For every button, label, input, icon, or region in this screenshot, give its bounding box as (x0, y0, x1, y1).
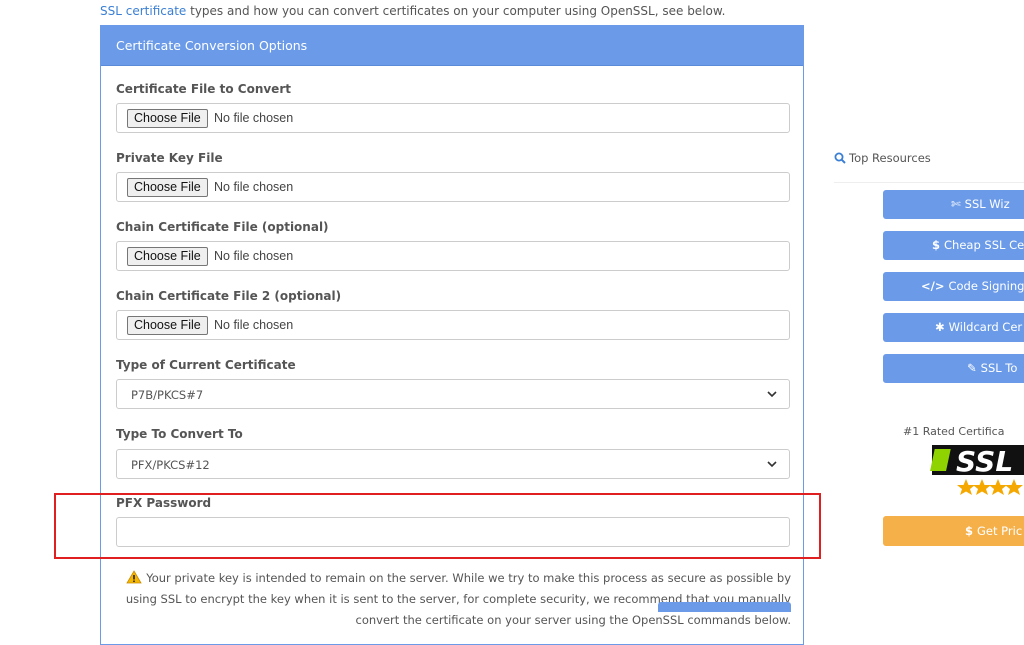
private-key-file-input[interactable]: Choose File No file chosen (116, 172, 790, 202)
warning-icon (126, 570, 142, 584)
sidebar-button-wildcard[interactable]: ✱ Wildcard Cer (883, 313, 1024, 342)
top-resources-title: Top Resources (834, 151, 931, 165)
warning-note: Your private key is intended to remain o… (121, 568, 791, 631)
file-status: No file chosen (214, 180, 294, 194)
sidebar-button-label: Cheap SSL Cer (944, 238, 1024, 252)
divider (834, 182, 1024, 183)
highlight-box (54, 493, 821, 559)
chain-certificate-2-label: Chain Certificate File 2 (optional) (116, 289, 342, 303)
sidebar-button-cheap-ssl[interactable]: $ Cheap SSL Cer (883, 231, 1024, 260)
magic-wand-icon: ✄ (951, 197, 961, 211)
current-type-value: P7B/PKCS#7 (131, 388, 204, 402)
ssl-logo: SSL (930, 445, 1024, 495)
current-type-label: Type of Current Certificate (116, 358, 296, 372)
get-pricing-label: Get Pric (977, 524, 1023, 538)
rating-stars-icon (957, 479, 1023, 495)
sidebar-button-ssl-wizard[interactable]: ✄ SSL Wiz (883, 190, 1024, 219)
dollar-icon: $ (932, 238, 941, 252)
choose-file-button[interactable]: Choose File (127, 316, 208, 335)
sidebar-button-label: Code Signing C (948, 279, 1024, 293)
sidebar-button-ssl-tools[interactable]: ✎ SSL To (883, 354, 1024, 383)
code-icon: </> (921, 279, 945, 293)
current-type-select[interactable]: P7B/PKCS#7 (116, 379, 790, 409)
certificate-file-label: Certificate File to Convert (116, 82, 291, 96)
sidebar-button-label: Wildcard Cer (948, 320, 1023, 334)
chevron-down-icon (767, 461, 777, 468)
chain-certificate-2-file-input[interactable]: Choose File No file chosen (116, 310, 790, 340)
choose-file-button[interactable]: Choose File (127, 178, 208, 197)
sidebar-button-label: SSL Wiz (964, 197, 1010, 211)
choose-file-button[interactable]: Choose File (127, 109, 208, 128)
ssl-certificate-link[interactable]: SSL certificate (100, 4, 186, 18)
wrench-icon: ✎ (967, 361, 977, 375)
file-status: No file chosen (214, 249, 294, 263)
get-pricing-button[interactable]: $ Get Pric (883, 516, 1024, 546)
convert-button[interactable] (658, 602, 791, 612)
chevron-down-icon (767, 391, 777, 398)
file-status: No file chosen (214, 111, 294, 125)
intro-text: SSL certificate types and how you can co… (100, 4, 725, 18)
choose-file-button[interactable]: Choose File (127, 247, 208, 266)
chain-certificate-label: Chain Certificate File (optional) (116, 220, 329, 234)
convert-to-label: Type To Convert To (116, 427, 243, 441)
convert-to-select[interactable]: PFX/PKCS#12 (116, 449, 790, 479)
rated-text: #1 Rated Certifica (903, 425, 1005, 438)
top-resources-label: Top Resources (849, 151, 931, 165)
intro-rest: types and how you can convert certificat… (186, 4, 726, 18)
convert-to-value: PFX/PKCS#12 (131, 458, 210, 472)
asterisk-icon: ✱ (935, 320, 945, 334)
search-icon (834, 152, 846, 164)
private-key-label: Private Key File (116, 151, 223, 165)
sidebar-button-label: SSL To (980, 361, 1018, 375)
file-status: No file chosen (214, 318, 294, 332)
dollar-icon: $ (965, 524, 974, 538)
warning-text: Your private key is intended to remain o… (125, 571, 791, 627)
panel-title: Certificate Conversion Options (101, 26, 803, 66)
chain-certificate-file-input[interactable]: Choose File No file chosen (116, 241, 790, 271)
ssl-logo-text: SSL (956, 445, 1013, 478)
sidebar-button-code-signing[interactable]: </>Code Signing C (883, 272, 1024, 301)
certificate-file-input[interactable]: Choose File No file chosen (116, 103, 790, 133)
